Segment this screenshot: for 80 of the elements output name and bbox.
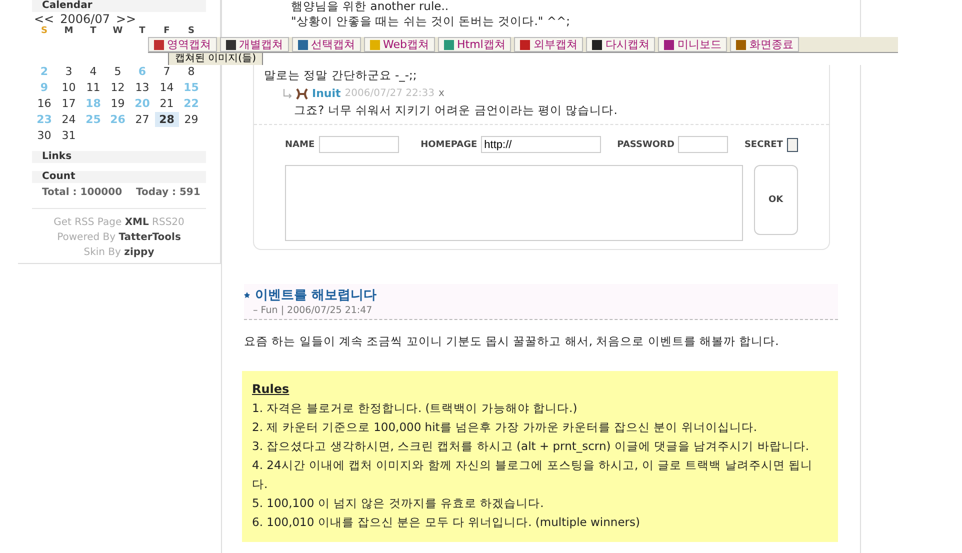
calendar-day: 12 (106, 80, 130, 95)
reply-text: 그죠? 너무 쉬워서 지키기 어려운 금언이라는 평이 많습니다. (293, 102, 618, 118)
post-text: "상황이 안좋을 때는 쉬는 것이 돈버는 것이다." ^^; (291, 14, 571, 29)
calendar-day: 17 (56, 96, 81, 111)
calendar-day: 5 (106, 64, 130, 79)
post-intro: 요즘 하는 일들이 계속 조금씩 꼬이니 기분도 몹시 꿀꿀하고 해서, 처음으로 이벤트를 해볼까 합니다. (243, 333, 780, 349)
secret-checkbox[interactable] (786, 138, 798, 152)
calendar-day: 16 (32, 96, 56, 111)
reply-arrow-icon (282, 88, 292, 98)
weekday-label: T (89, 26, 98, 37)
password-field[interactable] (678, 136, 728, 153)
toolbar-button[interactable]: 영역캡쳐 (148, 37, 217, 52)
weekday-label: T (138, 26, 146, 37)
post-title[interactable]: 이벤트를 해보렵니다 (255, 286, 377, 304)
calendar-day: 31 (56, 128, 81, 143)
calendar-day: 27 (130, 112, 154, 127)
toolbar-button[interactable]: 다시캡쳐 (586, 37, 656, 52)
homepage-field[interactable]: http:// (481, 136, 602, 153)
password-label: PASSWORD (617, 140, 674, 150)
rule-text: 6. 100,010 이내를 잡으신 분은 모두 다 위너입니다. (multiple winners) (252, 514, 641, 531)
secret-label: SECRET (744, 140, 783, 150)
month-label: 2006/07 (60, 12, 110, 26)
rule-text: 1. 자격은 블로거로 한정합니다. (트랙백이 가능해야 합니다.) (252, 400, 578, 417)
calendar-day: 14 (154, 80, 179, 95)
toolbar-button[interactable]: 미니보드 (658, 37, 728, 52)
calendar-day: 24 (56, 112, 81, 127)
calendar-day: 8 (179, 64, 204, 79)
count-title: Count (32, 171, 206, 183)
calendar-day: 3 (56, 64, 81, 79)
rules-title: Rules (252, 381, 290, 398)
footer-text: Skin By zippy (82, 246, 156, 260)
calendar-day: 19 (106, 96, 130, 111)
name-field[interactable] (318, 136, 399, 153)
comment-field[interactable] (285, 165, 743, 241)
calendar-day: 7 (154, 64, 179, 79)
today-count: Today : 591 (136, 187, 200, 198)
zodiac-icon (296, 88, 308, 100)
ok-button[interactable]: OK (754, 165, 798, 235)
weekday-label: W (112, 26, 124, 37)
homepage-label: HOMEPAGE (420, 140, 478, 150)
next-month-link[interactable]: >> (116, 12, 136, 26)
calendar-day: 21 (154, 96, 179, 111)
calendar-day: 29 (179, 112, 204, 127)
bullet-icon (244, 292, 250, 298)
rule-text: 2. 제 카운터 기준으로 100,000 hit를 넘은후 가장 가까운 카운터를 잡으신 분이 위너이십니다. (252, 419, 758, 436)
footer-text: Get RSS Page XML RSS20 (52, 216, 186, 230)
post-category[interactable]: Fun (260, 305, 278, 316)
rule-text: 5. 100,100 이 넘지 않은 것까지를 유효로 하겠습니다. (252, 495, 545, 512)
post-date: 2006/07/25 21:47 (287, 305, 372, 316)
reply-date: 2006/07/27 22:33 (344, 88, 434, 99)
calendar-day: 4 (81, 64, 106, 79)
post-text: 햄양님을 위한 another rule.. (291, 0, 450, 14)
toolbar-button[interactable]: 선택캡쳐 (292, 37, 361, 52)
calendar-day: 13 (130, 80, 154, 95)
name-label: NAME (285, 140, 315, 150)
toolbar-button[interactable]: 외부캡쳐 (514, 37, 584, 52)
calendar-title: Calendar (32, 0, 206, 12)
calendar-day: 10 (56, 80, 81, 95)
rule-text: 3. 잡으셨다고 생각하시면, 스크린 캡처를 하시고 (alt + prnt_scrn) 이글에 댓글을 남겨주시기 바랍니다. (252, 438, 810, 455)
delete-link[interactable]: x (438, 88, 444, 99)
weekday-label: M (63, 26, 74, 37)
calendar-day: 30 (32, 128, 56, 143)
toolbar-button[interactable]: 개별캡쳐 (220, 37, 289, 52)
prev-month-link[interactable]: << (34, 12, 54, 26)
weekday-label: S (187, 26, 196, 37)
weekday-label: S (40, 26, 48, 37)
weekday-label: F (162, 26, 171, 37)
calendar-day: 28 (154, 112, 179, 127)
rule-text: 4. 24시간 이내에 캡처 이미지와 함께 자신의 블로그에 포스팅을 하시고, 이 글로 트랙백 날려주시면 됩니다. (252, 457, 814, 493)
footer-text: Powered By TatterTools (56, 231, 182, 245)
links-title: Links (32, 151, 206, 163)
calendar-day: 11 (81, 80, 106, 95)
toolbar-button[interactable]: Html캡쳐 (438, 37, 512, 52)
comment-text: 말로는 정말 간단하군요 -_-;; (263, 67, 418, 83)
total-count: Total : 100000 (42, 187, 122, 198)
dash-mark: – (253, 305, 258, 316)
toolbar-button[interactable]: Web캡쳐 (364, 37, 435, 52)
toolbar-button[interactable]: 화면종료 (730, 37, 800, 52)
captured-images-tab[interactable]: 캡쳐된 이미지(들) (168, 53, 263, 65)
separator: | (280, 305, 284, 316)
